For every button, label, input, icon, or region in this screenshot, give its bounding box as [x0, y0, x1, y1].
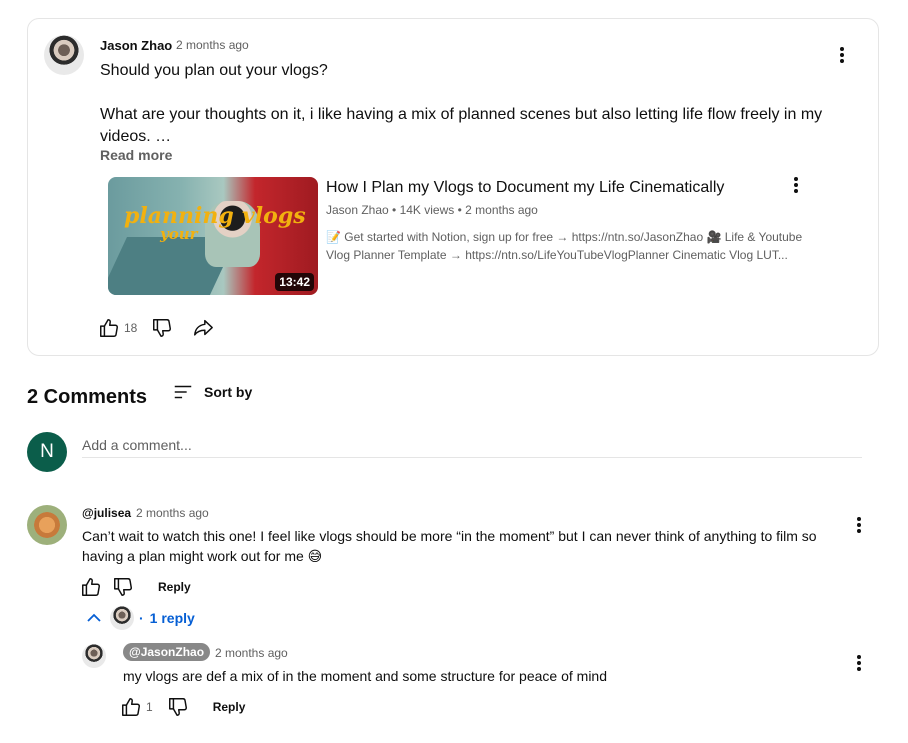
- reply-text: my vlogs are def a mix of in the moment …: [123, 668, 607, 684]
- replies-count: 1 reply: [149, 610, 195, 626]
- reply-reply-button[interactable]: Reply: [213, 700, 246, 714]
- chevron-up-icon: [87, 613, 101, 622]
- comment-menu-icon[interactable]: [847, 513, 871, 537]
- reply-author-chip[interactable]: @JasonZhao: [123, 643, 211, 661]
- video-title[interactable]: How I Plan my Vlogs to Document my Life …: [326, 177, 724, 199]
- comment-author-name[interactable]: @julisea: [82, 506, 131, 520]
- reply-actions: 1 Reply: [120, 696, 245, 718]
- video-meta: Jason Zhao • 14K views • 2 months ago: [326, 203, 538, 217]
- like-count: 18: [124, 321, 138, 335]
- comments-count-header: 2 Comments: [27, 386, 148, 408]
- reply-dislike-button[interactable]: [167, 696, 189, 718]
- post-actions: 18: [98, 317, 215, 339]
- comment-dislike-button[interactable]: [112, 576, 134, 598]
- reply-menu-icon[interactable]: [847, 651, 871, 675]
- post-author-avatar[interactable]: [44, 35, 84, 75]
- comment-author-avatar[interactable]: [27, 505, 67, 545]
- share-icon: [194, 319, 214, 336]
- video-menu-icon[interactable]: [784, 173, 808, 197]
- thumbnail-word-your: your: [160, 225, 198, 243]
- thumbs-down-icon: [168, 698, 187, 716]
- thumbs-down-icon: [153, 319, 172, 337]
- community-post: Jason Zhao 2 months ago Should you plan …: [27, 18, 879, 356]
- comment-timestamp[interactable]: 2 months ago: [136, 506, 209, 520]
- reply-like-button[interactable]: [120, 696, 142, 718]
- thumbs-up-icon: [122, 698, 140, 716]
- sort-by-button[interactable]: Sort by: [172, 381, 252, 403]
- thumbnail-word-vlogs: vlogs: [242, 203, 306, 229]
- like-button[interactable]: [98, 317, 120, 339]
- bullet-separator: ·: [139, 610, 144, 626]
- attached-video[interactable]: planning your vlogs 13:42 How I Plan my …: [108, 177, 848, 297]
- share-button[interactable]: [191, 317, 215, 339]
- post-text: Should you plan out your vlogs? What are…: [100, 62, 823, 145]
- sort-by-label: Sort by: [204, 384, 253, 400]
- thumbs-up-icon: [100, 319, 118, 337]
- video-description: 📝 Get started with Notion, sign up for f…: [326, 230, 803, 262]
- reply-like-count: 1: [146, 700, 153, 714]
- thumbs-up-icon: [82, 578, 100, 596]
- dislike-button[interactable]: [151, 317, 173, 339]
- sort-icon: [174, 385, 192, 399]
- reply-author-avatar[interactable]: [82, 644, 106, 668]
- post-timestamp[interactable]: 2 months ago: [176, 38, 249, 52]
- read-more-button[interactable]: Read more: [100, 147, 172, 163]
- add-comment-input[interactable]: [82, 433, 862, 458]
- current-user-avatar: N: [27, 432, 67, 472]
- reply-timestamp[interactable]: 2 months ago: [215, 646, 288, 660]
- thumbs-down-icon: [114, 578, 132, 596]
- comment-text: Can’t wait to watch this one! I feel lik…: [82, 528, 817, 564]
- comment-reply-button[interactable]: Reply: [158, 580, 191, 594]
- comment-actions: Reply: [80, 576, 191, 598]
- replies-toggle[interactable]: · 1 reply: [82, 606, 195, 630]
- post-menu-icon[interactable]: [830, 43, 854, 67]
- video-duration-badge: 13:42: [275, 273, 314, 291]
- post-author-name[interactable]: Jason Zhao: [100, 38, 172, 53]
- replier-avatar: [110, 606, 134, 630]
- video-thumbnail[interactable]: planning your vlogs 13:42: [108, 177, 318, 295]
- comment-like-button[interactable]: [80, 576, 102, 598]
